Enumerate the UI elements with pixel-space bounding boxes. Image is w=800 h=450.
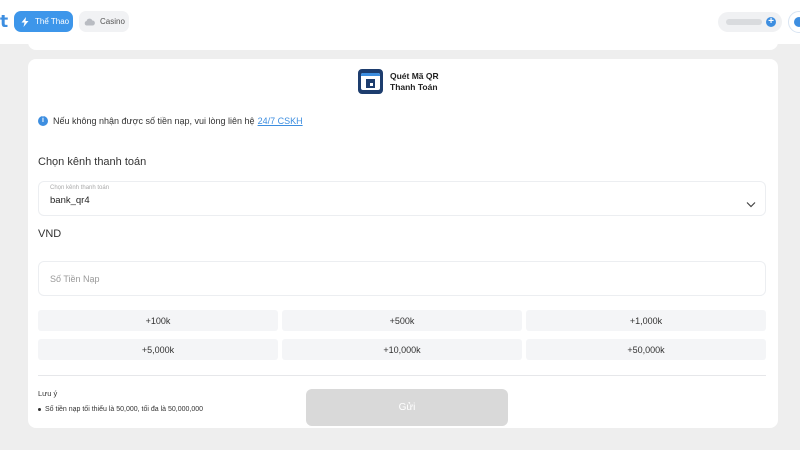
- tab-sports-label: Thể Thao: [35, 17, 70, 26]
- tab-casino[interactable]: Casino: [79, 11, 129, 32]
- channel-select-label: Chọn kênh thanh toán: [50, 185, 110, 191]
- note-title: Lưu ý: [38, 389, 58, 398]
- plus-icon[interactable]: +: [766, 17, 776, 27]
- info-icon: i: [38, 116, 48, 126]
- payment-method-label: Quét Mã QR Thanh Toán: [390, 71, 439, 92]
- bullet: [38, 407, 41, 411]
- deposit-notice: i Nếu không nhận được số tiền nạp, vui l…: [38, 115, 303, 127]
- balance-placeholder: [726, 19, 762, 25]
- lightning-icon: [20, 16, 30, 27]
- avatar[interactable]: [788, 11, 800, 33]
- brand-logo[interactable]: t: [0, 12, 8, 32]
- quick-amount-1000k[interactable]: +1,000k: [526, 310, 766, 331]
- payment-method[interactable]: Quét Mã QR Thanh Toán: [358, 69, 478, 97]
- currency-label: VND: [38, 228, 62, 240]
- chevron-down-icon[interactable]: [746, 195, 756, 208]
- quick-amount-100k[interactable]: +100k: [38, 310, 278, 331]
- channel-select-value: bank_qr4: [50, 195, 90, 206]
- qr-scan-icon: [358, 69, 383, 94]
- tab-casino-label: Casino: [100, 17, 125, 26]
- channel-select[interactable]: Chọn kênh thanh toán bank_qr4: [38, 181, 766, 216]
- note-item: Số tiền nạp tối thiểu là 50,000, tối đa …: [38, 406, 203, 413]
- quick-amount-500k[interactable]: +500k: [282, 310, 522, 331]
- amount-input[interactable]: [38, 261, 766, 296]
- divider: [38, 375, 766, 376]
- balance-pill[interactable]: +: [718, 12, 782, 32]
- previous-card-edge: [28, 38, 778, 50]
- support-link[interactable]: 24/7 CSKH: [258, 116, 303, 126]
- cloud-icon: [84, 17, 95, 26]
- user-icon: [794, 17, 800, 27]
- notice-text: Nếu không nhận được số tiền nạp, vui lòn…: [53, 116, 255, 126]
- channel-section-title: Chọn kênh thanh toán: [38, 156, 147, 168]
- tab-sports[interactable]: Thể Thao: [14, 11, 73, 32]
- quick-amount-50000k[interactable]: +50,000k: [526, 339, 766, 360]
- quick-amount-5000k[interactable]: +5,000k: [38, 339, 278, 360]
- submit-button[interactable]: Gửi: [306, 389, 508, 426]
- deposit-card: Quét Mã QR Thanh Toán i Nếu không nhận đ…: [28, 59, 778, 428]
- quick-amount-10000k[interactable]: +10,000k: [282, 339, 522, 360]
